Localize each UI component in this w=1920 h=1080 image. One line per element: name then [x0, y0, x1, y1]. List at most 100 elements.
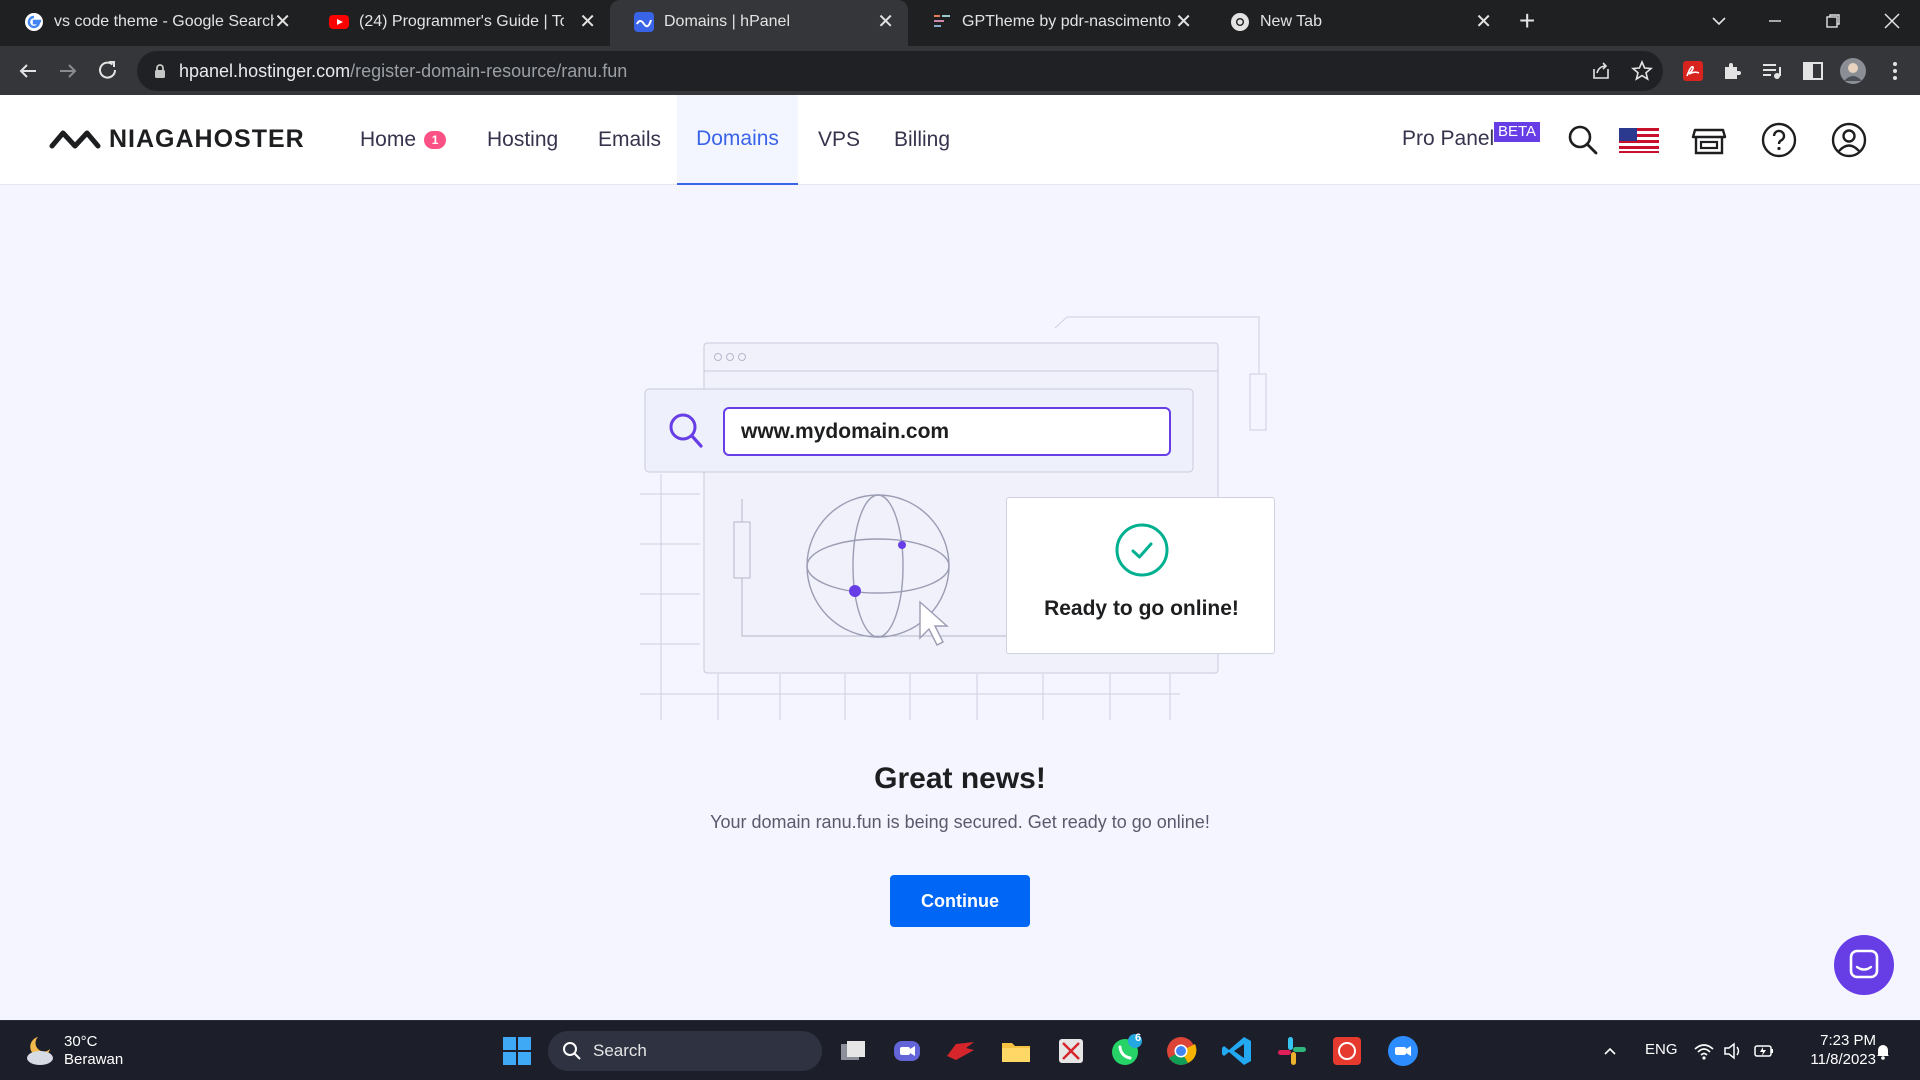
lock-icon[interactable]: [151, 62, 169, 80]
tab-search-chevron-icon[interactable]: [1710, 12, 1728, 30]
tab-hpanel-domains[interactable]: Domains | hPanel ✕: [610, 0, 908, 46]
url-text[interactable]: hpanel.hostinger.com/register-domain-res…: [179, 61, 627, 81]
chrome-icon[interactable]: [1164, 1034, 1198, 1068]
address-toolbar: hpanel.hostinger.com/register-domain-res…: [0, 46, 1920, 95]
weather-widget[interactable]: 30°C Berawan: [22, 1031, 142, 1071]
search-icon: [563, 1042, 581, 1060]
armoury-crate-icon[interactable]: [944, 1034, 978, 1068]
forward-arrow-icon[interactable]: [54, 57, 82, 85]
tab-youtube[interactable]: (24) Programmer's Guide | Top 1 ✕: [305, 0, 610, 46]
taskbar: 30°C Berawan Search 6 ENG 7:23 PM 11/8/2…: [0, 1020, 1920, 1080]
tab-new-tab[interactable]: New Tab ✕: [1206, 0, 1506, 46]
beta-badge: BETA: [1494, 122, 1541, 142]
huawei-icon[interactable]: [1330, 1034, 1364, 1068]
continue-button[interactable]: Continue: [890, 875, 1030, 927]
close-icon[interactable]: ✕: [579, 11, 596, 33]
snipping-tool-icon[interactable]: [1054, 1034, 1088, 1068]
youtube-icon: [329, 15, 349, 29]
nav-domains[interactable]: Domains: [677, 95, 798, 185]
slack-icon[interactable]: [1275, 1034, 1309, 1068]
notification-badge: 1: [424, 131, 447, 149]
chrome-icon: [1231, 13, 1249, 31]
wifi-icon[interactable]: [1694, 1042, 1714, 1060]
file-explorer-icon[interactable]: [999, 1034, 1033, 1068]
nav-home-label: Home: [360, 128, 417, 151]
ready-card-text: Ready to go online!: [1044, 597, 1239, 620]
reload-icon[interactable]: [94, 57, 122, 85]
windows-start-icon[interactable]: [500, 1034, 534, 1068]
gptheme-icon: [934, 15, 950, 27]
google-icon: [25, 13, 43, 31]
clock-time: 7:23 PM: [1820, 1032, 1876, 1049]
minimize-icon[interactable]: [1766, 12, 1784, 30]
hpanel-icon: [634, 12, 654, 32]
profile-avatar[interactable]: [1840, 58, 1866, 84]
nav-hosting-label: Hosting: [487, 128, 559, 151]
nav-vps[interactable]: VPS: [818, 95, 860, 185]
side-panel-icon[interactable]: [1801, 59, 1825, 83]
partly-cloudy-night-icon: [27, 1037, 53, 1065]
nav-home[interactable]: Home 1: [360, 95, 447, 185]
weather-description: Berawan: [64, 1051, 124, 1068]
close-icon[interactable]: ✕: [877, 11, 894, 33]
us-flag-icon[interactable]: [1618, 122, 1660, 158]
niagahoster-logo-icon: [49, 130, 101, 148]
nav-billing[interactable]: Billing: [894, 95, 950, 185]
site-header: NIAGAHOSTER Home 1 Hosting Emails Domain…: [0, 95, 1920, 185]
nav-domains-label: Domains: [696, 127, 779, 150]
pro-panel-link[interactable]: Pro Panel: [1402, 127, 1494, 151]
task-view-icon[interactable]: [836, 1034, 870, 1068]
vscode-icon[interactable]: [1220, 1034, 1254, 1068]
media-queue-icon[interactable]: [1760, 59, 1784, 83]
chat-icon: [1849, 949, 1879, 979]
tab-label: New Tab: [1260, 13, 1322, 30]
extensions-puzzle-icon[interactable]: [1720, 59, 1744, 83]
nav-hosting[interactable]: Hosting: [487, 95, 558, 185]
live-chat-button[interactable]: [1834, 935, 1894, 995]
nav-billing-label: Billing: [894, 128, 951, 151]
weather-temperature: 30°C: [64, 1033, 98, 1050]
search-icon[interactable]: [1565, 122, 1601, 158]
system-clock[interactable]: 7:23 PM 11/8/2023: [1790, 1031, 1876, 1069]
chevron-up-icon[interactable]: [1602, 1043, 1618, 1059]
bookmark-star-icon[interactable]: [1630, 59, 1654, 83]
tab-label: Domains | hPanel: [664, 13, 790, 30]
url-bar[interactable]: hpanel.hostinger.com/register-domain-res…: [137, 51, 1663, 91]
help-icon[interactable]: [1761, 122, 1797, 158]
kebab-menu-icon[interactable]: [1883, 59, 1907, 83]
tab-google-search[interactable]: vs code theme - Google Search ✕: [0, 0, 305, 46]
url-host: hpanel.hostinger.com: [179, 61, 351, 81]
tab-label: vs code theme - Google Search: [54, 13, 274, 30]
tab-label: (24) Programmer's Guide | Top 1: [359, 13, 564, 30]
page-title: Great news!: [874, 762, 1046, 795]
volume-icon[interactable]: [1723, 1042, 1743, 1060]
close-icon[interactable]: ✕: [1175, 11, 1192, 33]
checkmark-circle-icon: [1115, 523, 1169, 577]
teams-chat-icon[interactable]: [890, 1034, 924, 1068]
taskbar-search-label: Search: [593, 1041, 647, 1060]
close-icon[interactable]: ✕: [1475, 11, 1492, 33]
close-icon[interactable]: ✕: [274, 11, 291, 33]
new-tab-button[interactable]: +: [1519, 6, 1535, 36]
nav-vps-label: VPS: [818, 128, 861, 151]
brand-name: NIAGAHOSTER: [109, 125, 305, 153]
nav-emails[interactable]: Emails: [598, 95, 661, 185]
pdf-extension-icon[interactable]: [1681, 59, 1705, 83]
notification-bell-icon[interactable]: [1875, 1042, 1891, 1060]
brand-logo[interactable]: NIAGAHOSTER: [49, 125, 305, 154]
whatsapp-unread-badge: 6: [1134, 1032, 1142, 1044]
back-arrow-icon[interactable]: [14, 57, 42, 85]
zoom-icon[interactable]: [1386, 1034, 1420, 1068]
battery-charging-icon[interactable]: [1753, 1042, 1775, 1060]
account-icon[interactable]: [1831, 122, 1867, 158]
input-language[interactable]: ENG: [1645, 1041, 1678, 1058]
ready-card: Ready to go online!: [1006, 497, 1275, 654]
window-close-icon[interactable]: [1882, 11, 1902, 31]
restore-icon[interactable]: [1824, 12, 1842, 30]
tab-gptheme[interactable]: GPTheme by pdr-nascimento ✕: [908, 0, 1206, 46]
tab-label: GPTheme by pdr-nascimento: [962, 13, 1171, 30]
taskbar-search[interactable]: Search: [548, 1031, 822, 1071]
browser-tab-strip: vs code theme - Google Search ✕ (24) Pro…: [0, 0, 1920, 46]
share-icon[interactable]: [1589, 59, 1613, 83]
store-icon[interactable]: [1691, 122, 1727, 158]
